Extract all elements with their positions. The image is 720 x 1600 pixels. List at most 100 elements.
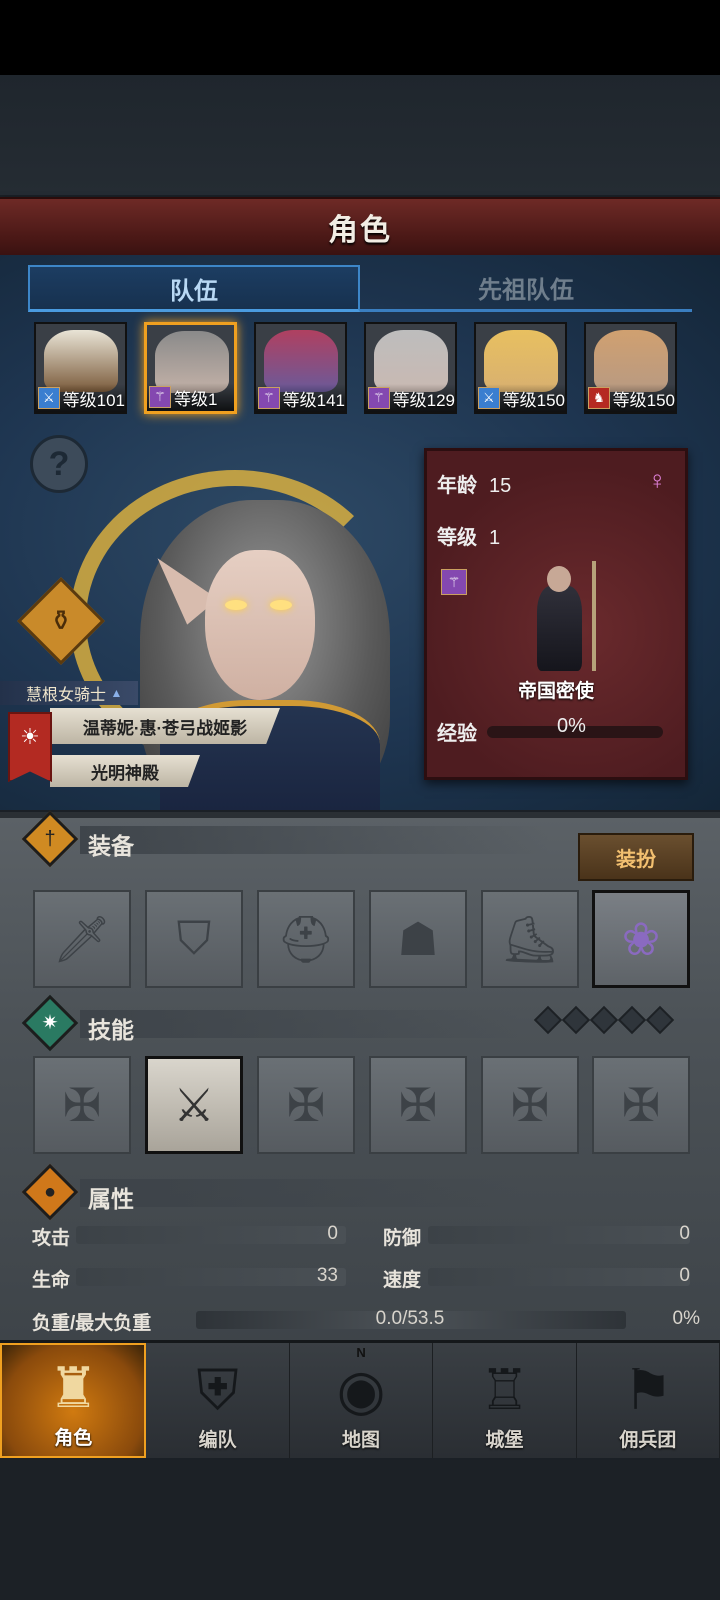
nav-label: 佣兵团 bbox=[619, 1430, 677, 1451]
female-icon: ♀ bbox=[647, 465, 668, 495]
portrait-level: 等级1 bbox=[174, 389, 218, 409]
class-title-text: 慧根女骑士 bbox=[26, 687, 107, 704]
page-title: 角色 bbox=[328, 214, 392, 247]
figure-staff bbox=[592, 561, 596, 671]
skill-slot[interactable]: ✠ bbox=[481, 1056, 579, 1154]
hp-value: 33 bbox=[316, 1265, 338, 1286]
nav-character[interactable]: ♜ 角色 bbox=[0, 1343, 147, 1458]
age-value: 15 bbox=[489, 475, 512, 497]
hero-face bbox=[205, 550, 315, 700]
tab-ancestor-team[interactable]: 先祖队伍 bbox=[360, 265, 692, 312]
speed-value: 0 bbox=[679, 1265, 690, 1286]
lavender-icon: ❀ bbox=[621, 913, 661, 965]
armor-icon: ☗ bbox=[397, 913, 439, 965]
helmet-slot[interactable]: ⛑ bbox=[257, 890, 355, 988]
cross-icon: ✠ bbox=[510, 1079, 550, 1131]
section-divider bbox=[80, 826, 550, 854]
portrait-level: 等级129 bbox=[392, 390, 455, 410]
class-title: 慧根女骑士 ▲ bbox=[0, 681, 138, 705]
armor-slot[interactable]: ☗ bbox=[369, 890, 467, 988]
header-background bbox=[0, 75, 720, 195]
sword-icon: 🗡 bbox=[52, 912, 112, 965]
roster-portrait[interactable]: ⚚ 等级129 bbox=[364, 322, 457, 414]
compass-north: N bbox=[356, 1345, 366, 1360]
attack-value: 0 bbox=[327, 1223, 338, 1244]
formation-icon: ⛨ bbox=[196, 1358, 239, 1421]
info-card: 年龄 15 ♀ 等级 1 ⚚ 帝国密使 经验 0% bbox=[424, 448, 688, 780]
nav-mercenary[interactable]: ⚑ 佣兵团 bbox=[577, 1343, 720, 1458]
portrait-level: 等级141 bbox=[282, 390, 345, 410]
roster-portrait[interactable]: ⚔ 等级101 bbox=[34, 322, 127, 414]
roster-portrait[interactable]: ⚚ 等级141 bbox=[254, 322, 347, 414]
cross-icon: ✠ bbox=[398, 1079, 438, 1131]
skill-slot[interactable]: ✠ bbox=[592, 1056, 690, 1154]
figure-head bbox=[547, 566, 571, 592]
skill-pip bbox=[645, 1005, 675, 1035]
faction-name: 光明神殿 bbox=[50, 755, 200, 787]
roster-list: ⚔ 等级101 ⚚ 等级1 ⚚ 等级141 ⚚ 等级129 ⚔ 等级150 ♞ 等级150 bbox=[34, 322, 694, 414]
skill-slot[interactable]: ✠ bbox=[369, 1056, 467, 1154]
section-divider bbox=[80, 1010, 520, 1038]
portrait-level: 等级101 bbox=[62, 390, 125, 410]
hero-eye bbox=[270, 600, 292, 610]
load-label: 负重/最大负重 bbox=[32, 1313, 152, 1334]
attributes-title: 属性 bbox=[88, 1186, 134, 1212]
nav-label: 角色 bbox=[54, 1428, 93, 1449]
nav-map[interactable]: N ◉ 地图 bbox=[290, 1343, 434, 1458]
portrait-level: 等级150 bbox=[502, 390, 565, 410]
nav-castle[interactable]: ♖ 城堡 bbox=[433, 1343, 577, 1458]
map-icon: ◉ bbox=[336, 1358, 386, 1421]
load-value: 0.0/53.5 bbox=[375, 1308, 445, 1329]
job-figure bbox=[517, 561, 607, 671]
hero-eye bbox=[225, 600, 247, 610]
nav-label: 城堡 bbox=[485, 1430, 524, 1451]
boots-slot[interactable]: ⛸ bbox=[481, 890, 579, 988]
skill-slot[interactable]: ✠ bbox=[257, 1056, 355, 1154]
skill-slot[interactable]: ✠ bbox=[33, 1056, 131, 1154]
tab-team-label: 队伍 bbox=[170, 277, 218, 305]
question-icon: ? bbox=[48, 444, 70, 483]
faction-text: 光明神殿 bbox=[91, 763, 159, 783]
sword-icon: ⚔ bbox=[38, 387, 60, 409]
boots-icon: ⛸ bbox=[500, 912, 560, 965]
equipment-title: 装备 bbox=[88, 833, 134, 859]
portrait-face bbox=[44, 330, 118, 392]
portrait-face bbox=[264, 330, 338, 392]
faction-flag-icon: ☀ bbox=[8, 712, 52, 782]
status-bar bbox=[0, 0, 720, 75]
roster-portrait[interactable]: ⚔ 等级150 bbox=[474, 322, 567, 414]
roster-portrait[interactable]: ♞ 等级150 bbox=[584, 322, 677, 414]
weapon-slot[interactable]: 🗡 bbox=[33, 890, 131, 988]
mercenary-icon: ⚑ bbox=[622, 1358, 673, 1421]
shield-slot[interactable]: ⛉ bbox=[145, 890, 243, 988]
skill-pip bbox=[589, 1005, 619, 1035]
hero-name-text: 温蒂妮·惠·苍弓战姬影 bbox=[82, 718, 248, 738]
tab-team[interactable]: 队伍 bbox=[28, 265, 360, 312]
portrait-face bbox=[594, 330, 668, 392]
help-button[interactable]: ? bbox=[30, 435, 88, 493]
cross-icon: ✠ bbox=[286, 1079, 326, 1131]
accessory-slot[interactable]: ❀ bbox=[592, 890, 690, 988]
defense-label: 防御 bbox=[383, 1228, 422, 1249]
skill-slot-active[interactable]: ⚔ bbox=[145, 1056, 243, 1154]
castle-icon: ♖ bbox=[479, 1358, 530, 1421]
bottom-background bbox=[0, 1460, 720, 1600]
helmet-icon: ⛑ bbox=[276, 912, 336, 965]
nav-formation[interactable]: ⛨ 编队 bbox=[146, 1343, 290, 1458]
skills-title: 技能 bbox=[88, 1017, 134, 1043]
sword-aura-icon: ⚔ bbox=[173, 1079, 215, 1131]
hp-label: 生命 bbox=[32, 1270, 71, 1291]
exp-label: 经验 bbox=[437, 723, 477, 745]
dress-up-button[interactable]: 装扮 bbox=[578, 833, 694, 881]
level-label: 等级 bbox=[437, 527, 477, 549]
staff-icon: ⚚ bbox=[368, 387, 390, 409]
staff-icon: ⚚ bbox=[149, 386, 171, 408]
exp-percent: 0% bbox=[557, 715, 586, 737]
portrait-face bbox=[484, 330, 558, 392]
load-percent: 0% bbox=[672, 1308, 700, 1329]
roster-portrait-selected[interactable]: ⚚ 等级1 bbox=[144, 322, 237, 414]
crown-icon: ▲ bbox=[110, 686, 123, 700]
staff-icon: ⚚ bbox=[258, 387, 280, 409]
section-divider bbox=[80, 1179, 520, 1207]
staff-icon: ⚚ bbox=[441, 569, 467, 595]
